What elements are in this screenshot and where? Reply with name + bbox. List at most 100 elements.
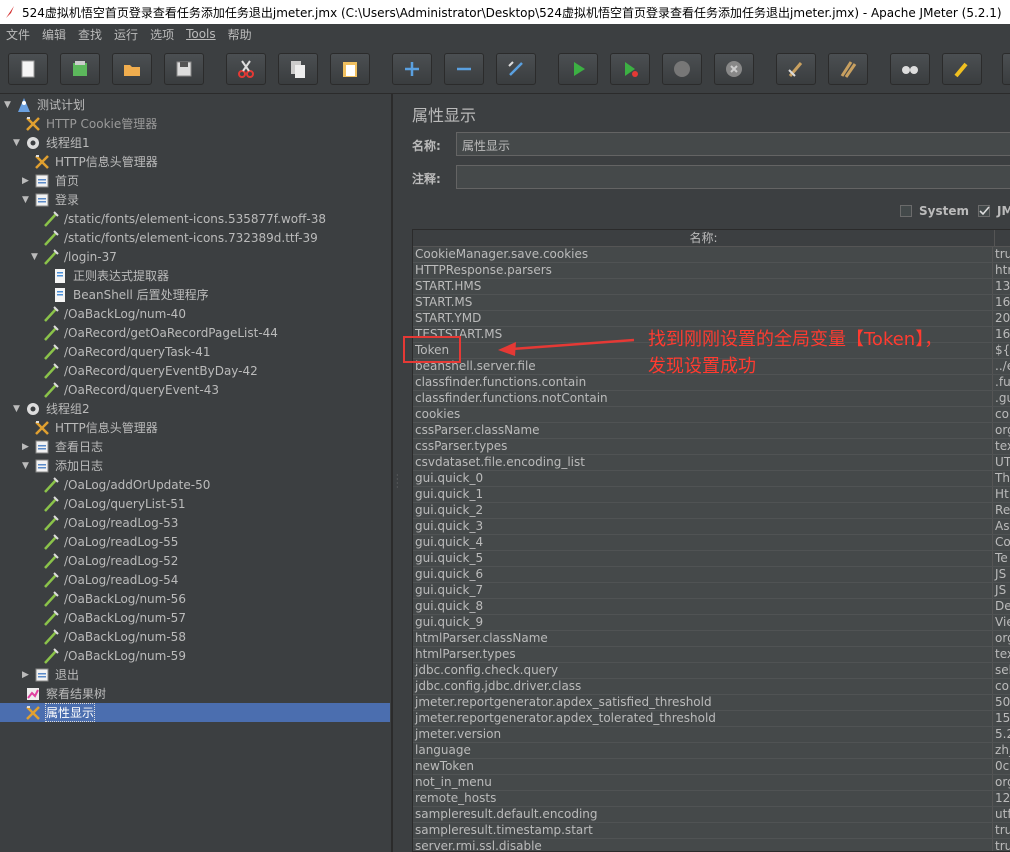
tree-node[interactable]: /OaBackLog/num-59 bbox=[31, 646, 186, 665]
menu-help[interactable]: 帮助 bbox=[228, 26, 252, 43]
table-row[interactable]: remote_hosts 12 bbox=[413, 791, 1010, 807]
property-name-cell[interactable]: START.YMD bbox=[413, 311, 994, 326]
tree-toggle-icon[interactable]: ▼ bbox=[31, 252, 41, 262]
comment-field[interactable] bbox=[456, 165, 1010, 189]
property-name-cell[interactable]: HTTPResponse.parsers bbox=[413, 263, 994, 278]
table-row[interactable]: jmeter.reportgenerator.apdex_tolerated_t… bbox=[413, 711, 1010, 727]
property-name-cell[interactable]: not_in_menu bbox=[413, 775, 994, 790]
property-value-cell[interactable]: .gu bbox=[993, 391, 1010, 406]
table-row[interactable]: START.MS 16 bbox=[413, 295, 1010, 311]
property-value-cell[interactable]: tru bbox=[993, 823, 1010, 838]
property-name-cell[interactable]: server.rmi.ssl.disable bbox=[413, 839, 994, 851]
property-name-cell[interactable]: cookies bbox=[413, 407, 994, 422]
open-button[interactable] bbox=[112, 53, 152, 85]
tree-toggle-icon[interactable]: ▶ bbox=[22, 670, 32, 680]
tree-node[interactable]: BeanShell 后置处理程序 bbox=[40, 285, 209, 304]
tree-node[interactable]: 属性显示 bbox=[0, 703, 390, 722]
tree-node[interactable]: ▼ 线程组1 bbox=[13, 133, 90, 152]
property-value-cell[interactable]: JS bbox=[993, 583, 1010, 598]
table-row[interactable]: gui.quick_3 As bbox=[413, 519, 1010, 535]
search-button[interactable] bbox=[890, 53, 930, 85]
tree-toggle-icon[interactable]: ▶ bbox=[22, 442, 32, 452]
property-name-cell[interactable]: sampleresult.default.encoding bbox=[413, 807, 994, 822]
tree-toggle-icon[interactable]: ▶ bbox=[22, 176, 32, 186]
property-name-cell[interactable]: gui.quick_4 bbox=[413, 535, 994, 550]
table-row[interactable]: jdbc.config.check.querysel bbox=[413, 663, 1010, 679]
table-row[interactable]: classfinder.functions.notContain.gu bbox=[413, 391, 1010, 407]
tree-node[interactable]: /OaLog/queryList-51 bbox=[31, 494, 186, 513]
property-value-cell[interactable]: 16 bbox=[993, 327, 1010, 342]
tree-node[interactable]: ▼ /login-37 bbox=[31, 247, 117, 266]
table-row[interactable]: languagezh_ bbox=[413, 743, 1010, 759]
table-row[interactable]: gui.quick_0 Th bbox=[413, 471, 1010, 487]
property-name-cell[interactable]: gui.quick_3 bbox=[413, 519, 994, 534]
property-name-cell[interactable]: htmlParser.types bbox=[413, 647, 994, 662]
tree-node[interactable]: /OaRecord/queryEvent-43 bbox=[31, 380, 219, 399]
property-name-cell[interactable]: htmlParser.className bbox=[413, 631, 994, 646]
property-name-cell[interactable]: csvdataset.file.encoding_list bbox=[413, 455, 994, 470]
table-row[interactable]: gui.quick_6 JS bbox=[413, 567, 1010, 583]
tree-node[interactable]: ▶ 查看日志 bbox=[22, 437, 103, 456]
property-value-cell[interactable]: UT bbox=[993, 455, 1010, 470]
property-name-cell[interactable]: language bbox=[413, 743, 994, 758]
name-field[interactable]: 属性显示 bbox=[456, 132, 1010, 156]
property-value-cell[interactable]: ../e bbox=[993, 359, 1010, 374]
table-row[interactable]: jmeter.reportgenerator.apdex_satisfied_t… bbox=[413, 695, 1010, 711]
paste-button[interactable] bbox=[330, 53, 370, 85]
tree-node[interactable]: ▶ 首页 bbox=[22, 171, 79, 190]
property-value-cell[interactable]: org bbox=[993, 423, 1010, 438]
column-header-name[interactable]: 名称: bbox=[413, 230, 995, 246]
table-row[interactable]: not_in_menuorg bbox=[413, 775, 1010, 791]
menu-edit[interactable]: 编辑 bbox=[42, 26, 66, 43]
property-value-cell[interactable]: 5.2 bbox=[993, 727, 1010, 742]
tree-node[interactable]: ▶ 退出 bbox=[22, 665, 79, 684]
tree-toggle-icon[interactable]: ▼ bbox=[13, 138, 23, 148]
table-row[interactable]: gui.quick_8De bbox=[413, 599, 1010, 615]
property-value-cell[interactable]: tex bbox=[993, 439, 1010, 454]
property-name-cell[interactable]: cssParser.types bbox=[413, 439, 994, 454]
table-row[interactable]: gui.quick_9Vie bbox=[413, 615, 1010, 631]
tree-node[interactable]: HTTP信息头管理器 bbox=[22, 152, 158, 171]
property-value-cell[interactable]: JS bbox=[993, 567, 1010, 582]
tree-node[interactable]: 察看结果树 bbox=[13, 684, 106, 703]
property-value-cell[interactable]: 12 bbox=[993, 791, 1010, 806]
property-name-cell[interactable]: gui.quick_8 bbox=[413, 599, 994, 614]
property-name-cell[interactable]: gui.quick_7 bbox=[413, 583, 994, 598]
table-row[interactable]: csvdataset.file.encoding_list UT bbox=[413, 455, 1010, 471]
table-row[interactable]: sampleresult.timestamp.starttru bbox=[413, 823, 1010, 839]
property-value-cell[interactable]: tru bbox=[993, 247, 1010, 262]
tree-node[interactable]: /OaLog/readLog-53 bbox=[31, 513, 178, 532]
tree-node[interactable]: /OaLog/readLog-52 bbox=[31, 551, 178, 570]
property-value-cell[interactable]: 16 bbox=[993, 295, 1010, 310]
tree-node[interactable]: /static/fonts/element-icons.535877f.woff… bbox=[31, 209, 326, 228]
start-no-pauses-button[interactable] bbox=[610, 53, 650, 85]
property-name-cell[interactable]: newToken bbox=[413, 759, 994, 774]
tree-node[interactable]: /OaBackLog/num-56 bbox=[31, 589, 186, 608]
table-row[interactable]: cssParser.classNameorg bbox=[413, 423, 1010, 439]
menu-run[interactable]: 运行 bbox=[114, 26, 138, 43]
table-row[interactable]: jdbc.config.jdbc.driver.class co bbox=[413, 679, 1010, 695]
property-name-cell[interactable]: classfinder.functions.notContain bbox=[413, 391, 994, 406]
property-value-cell[interactable]: Co bbox=[993, 535, 1010, 550]
property-name-cell[interactable]: START.MS bbox=[413, 295, 994, 310]
property-value-cell[interactable]: zh_ bbox=[993, 743, 1010, 758]
property-name-cell[interactable]: jmeter.version bbox=[413, 727, 994, 742]
tree-node[interactable]: /OaLog/readLog-54 bbox=[31, 570, 178, 589]
property-name-cell[interactable]: START.HMS bbox=[413, 279, 994, 294]
menu-search[interactable]: 查找 bbox=[78, 26, 102, 43]
property-name-cell[interactable]: gui.quick_2 bbox=[413, 503, 994, 518]
save-button[interactable] bbox=[164, 53, 204, 85]
tree-node[interactable]: ▼ 线程组2 bbox=[13, 399, 90, 418]
tree-toggle-icon[interactable]: ▼ bbox=[13, 404, 23, 414]
tree-node[interactable]: /static/fonts/element-icons.732389d.ttf-… bbox=[31, 228, 318, 247]
property-name-cell[interactable]: gui.quick_9 bbox=[413, 615, 994, 630]
tree-node[interactable]: /OaLog/addOrUpdate-50 bbox=[31, 475, 210, 494]
table-row[interactable]: htmlParser.typestex bbox=[413, 647, 1010, 663]
property-value-cell[interactable]: Th bbox=[993, 471, 1010, 486]
property-value-cell[interactable]: Re bbox=[993, 503, 1010, 518]
property-name-cell[interactable]: cssParser.className bbox=[413, 423, 994, 438]
tree-toggle-icon[interactable]: ▼ bbox=[4, 100, 14, 110]
table-row[interactable]: server.rmi.ssl.disabletru bbox=[413, 839, 1010, 851]
property-value-cell[interactable]: utf- bbox=[993, 807, 1010, 822]
property-name-cell[interactable]: gui.quick_6 bbox=[413, 567, 994, 582]
